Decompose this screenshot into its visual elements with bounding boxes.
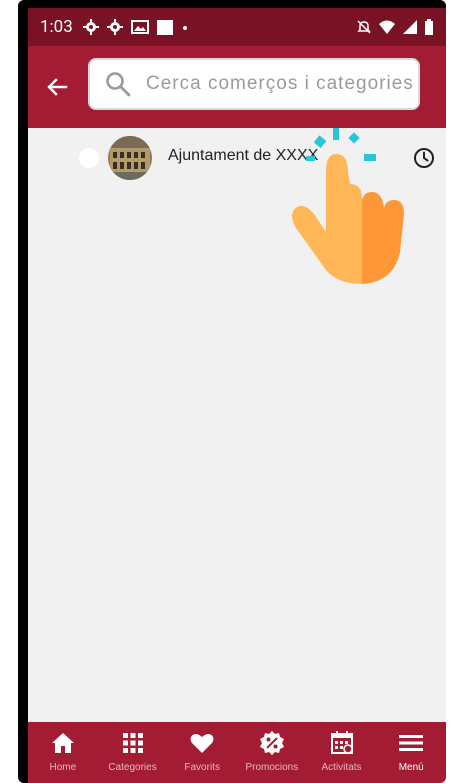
back-button[interactable] [42, 72, 72, 102]
building-image [108, 136, 152, 180]
heart-icon [190, 734, 214, 753]
nav-menu[interactable]: Menú [376, 722, 446, 783]
discount-badge-icon [259, 731, 284, 755]
nav-home[interactable]: Home [28, 722, 98, 783]
nav-promotions[interactable]: Promocions [237, 722, 307, 783]
nav-promotions-label: Promocions [245, 762, 299, 773]
menu-icon [399, 735, 424, 751]
dot-icon [182, 26, 187, 30]
result-item[interactable]: Ajuntament de XXXX [28, 134, 446, 182]
nav-activities-label: Activitats [321, 762, 362, 773]
phone-frame: 1:03 Cerca comerços i categories Ajuntam… [18, 0, 446, 783]
search-box[interactable] [88, 58, 420, 110]
status-bar: 1:03 [28, 8, 446, 46]
nav-activities[interactable]: Activitats [307, 722, 377, 783]
app-bar [28, 46, 446, 128]
status-time: 1:03 [40, 17, 73, 37]
screen: 1:03 Cerca comerços i categories Ajuntam… [28, 8, 446, 783]
square-icon [156, 20, 173, 35]
wifi-icon [379, 20, 395, 34]
result-avatar [108, 136, 152, 180]
nav-favorites[interactable]: Favorits [167, 722, 237, 783]
results-list: Ajuntament de XXXX [28, 128, 446, 724]
bottom-navigation: Home Categories Favorits Promocions Acti… [28, 722, 446, 783]
gear-icon [82, 19, 99, 35]
grid-icon [122, 733, 143, 753]
search-input[interactable] [144, 72, 418, 96]
nav-home-label: Home [49, 762, 77, 773]
mute-icon [357, 20, 371, 34]
nav-menu-label: Menú [398, 762, 424, 773]
result-title: Ajuntament de XXXX [168, 147, 319, 164]
home-icon [51, 733, 74, 753]
result-radio[interactable] [79, 148, 99, 168]
status-system-icons [356, 19, 434, 35]
search-icon [106, 72, 131, 97]
history-clock-icon [414, 148, 434, 168]
status-notification-icons [82, 19, 189, 35]
arrow-left-icon [47, 78, 68, 96]
gear-icon [106, 19, 123, 35]
nav-favorites-label: Favorits [184, 762, 220, 773]
calendar-icon [330, 731, 353, 754]
signal-icon [403, 20, 417, 34]
nav-categories-label: Categories [108, 762, 157, 773]
image-icon [130, 20, 149, 34]
nav-categories[interactable]: Categories [98, 722, 168, 783]
battery-icon [425, 19, 433, 35]
